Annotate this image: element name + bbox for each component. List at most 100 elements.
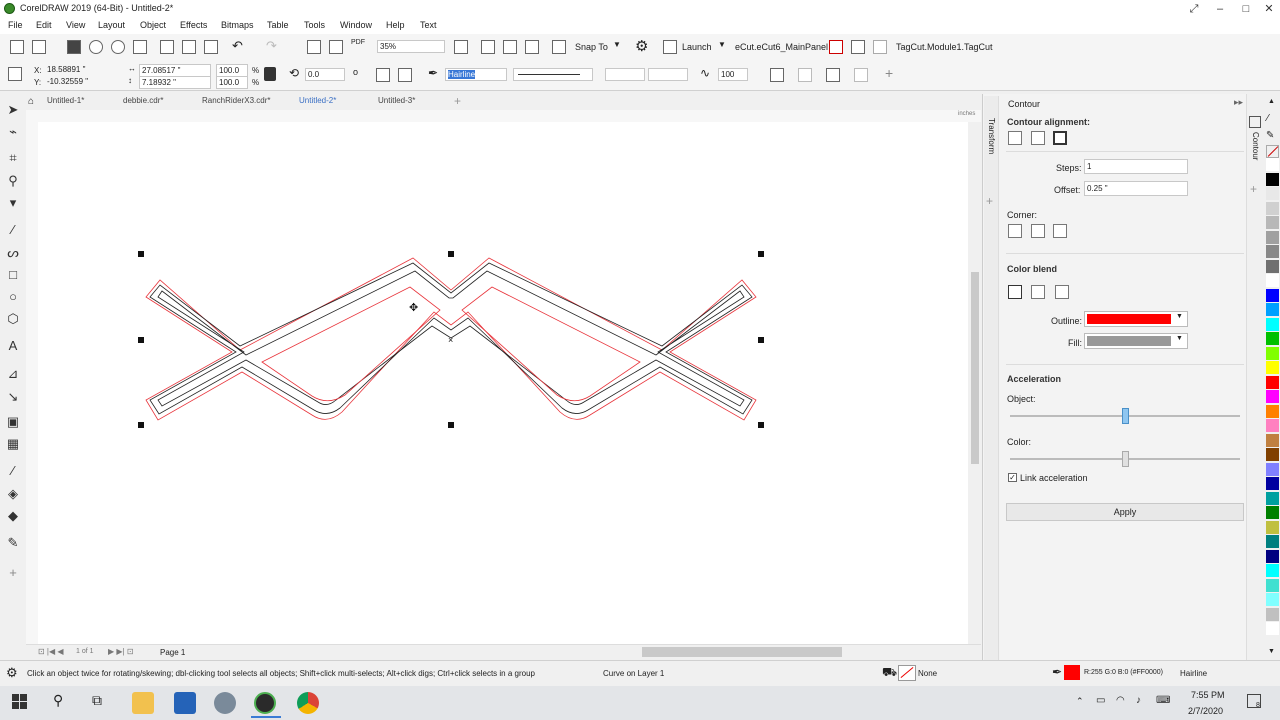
palette-swatch[interactable] — [1266, 419, 1279, 432]
tab-untitled-1[interactable]: Untitled-1* — [47, 96, 84, 105]
clockwise-blend-button[interactable] — [1031, 285, 1045, 299]
transparency-tool-icon[interactable]: ▦ — [5, 436, 21, 452]
palette-swatch[interactable] — [1266, 520, 1279, 534]
menu-file[interactable]: File — [8, 20, 23, 30]
start-arrowhead-dropdown[interactable] — [605, 68, 645, 81]
docker-expand-icon[interactable]: ▸▸ — [1234, 97, 1243, 108]
launch-chevron-down-icon[interactable]: ▼ — [718, 40, 726, 49]
open-folder-icon[interactable] — [32, 40, 46, 54]
palette-swatch[interactable] — [1266, 346, 1279, 360]
palette-swatch[interactable] — [1266, 404, 1279, 418]
menu-help[interactable]: Help — [386, 20, 405, 30]
outline-width-field[interactable]: Hairline — [445, 68, 507, 81]
copy-icon[interactable] — [182, 40, 196, 54]
palette-swatch[interactable] — [1266, 245, 1279, 258]
apply-button[interactable]: Apply — [1006, 503, 1244, 521]
height-field[interactable]: 7.18932 " — [139, 76, 211, 89]
interactive-fill-icon[interactable]: ◈ — [5, 486, 21, 502]
cloud-download-icon[interactable] — [89, 40, 103, 54]
add-docker-icon[interactable]: + — [1250, 182, 1257, 196]
menu-layout[interactable]: Layout — [98, 20, 125, 30]
polygon-tool-icon[interactable]: ⬡ — [5, 311, 21, 327]
close-curve-icon[interactable] — [770, 68, 784, 82]
crop-tool-icon[interactable]: ⌗ — [5, 150, 21, 166]
inside-button[interactable] — [1031, 131, 1045, 145]
outline-color-picker[interactable]: ▼ — [1084, 311, 1188, 327]
rectangle-tool-icon[interactable]: □ — [5, 267, 21, 283]
tab-debbie[interactable]: debbie.cdr* — [123, 96, 163, 105]
palette-swatch[interactable] — [1266, 477, 1279, 490]
docker-vertical-tab-transform[interactable]: Transform — [987, 118, 996, 154]
to-center-button[interactable] — [1008, 131, 1022, 145]
status-gear-icon[interactable]: ⚙ — [6, 665, 18, 681]
line-style-dropdown[interactable] — [513, 68, 593, 81]
full-screen-preview-icon[interactable] — [481, 40, 495, 54]
app-icon[interactable] — [214, 692, 236, 714]
wrap-text-icon[interactable] — [798, 68, 812, 82]
ellipse-tool-icon[interactable]: ○ — [5, 289, 21, 305]
palette-swatch[interactable] — [1266, 187, 1279, 200]
launch-dropdown[interactable]: Launch — [682, 42, 712, 52]
y-position-field[interactable]: -10.32559 " — [45, 76, 117, 89]
menu-object[interactable]: Object — [140, 20, 166, 30]
palette-swatch[interactable] — [1266, 288, 1279, 302]
menu-table[interactable]: Table — [267, 20, 289, 30]
vertical-scroll-thumb[interactable] — [971, 272, 979, 464]
export-icon[interactable] — [329, 40, 343, 54]
palette-swatch[interactable] — [1266, 607, 1279, 621]
palette-scroll-up-icon[interactable]: ▲ — [1268, 98, 1275, 105]
windows-start-icon[interactable] — [12, 694, 28, 710]
page-1-tab[interactable]: Page 1 — [160, 648, 185, 657]
offset-field[interactable]: 0.25 " — [1084, 181, 1188, 196]
page-nav-forward-icon[interactable]: ▶ ▶| ⊡ — [108, 647, 134, 656]
linear-blend-button[interactable] — [1008, 285, 1022, 299]
counterclockwise-blend-button[interactable] — [1055, 285, 1069, 299]
macro-panel-icon[interactable] — [851, 40, 865, 54]
palette-swatch[interactable] — [1266, 433, 1279, 447]
menu-bitmaps[interactable]: Bitmaps — [221, 20, 254, 30]
save-icon[interactable] — [67, 40, 81, 54]
minimize-button[interactable]: – — [1207, 0, 1233, 18]
rotation-angle-field[interactable]: 0.0 — [305, 68, 345, 81]
tab-untitled-2[interactable]: Untitled-2* — [299, 96, 336, 105]
mirror-vertical-icon[interactable] — [398, 68, 412, 82]
vertical-scrollbar[interactable] — [968, 122, 981, 644]
palette-swatch[interactable] — [1266, 578, 1279, 592]
undo-icon[interactable]: ↶ — [232, 38, 243, 54]
macro-disabled-icon[interactable] — [873, 40, 887, 54]
tagcut-macro[interactable]: TagCut.Module1.TagCut — [896, 42, 993, 52]
add-tool-icon[interactable]: + — [5, 565, 21, 581]
wifi-icon[interactable]: ◠ — [1116, 695, 1125, 706]
volume-icon[interactable]: ♪ — [1136, 695, 1141, 706]
palette-swatch[interactable] — [1266, 375, 1279, 389]
palette-swatch[interactable] — [1266, 593, 1279, 606]
cloud-upload-icon[interactable] — [111, 40, 125, 54]
palette-eyedropper-icon[interactable]: ⁄ — [1267, 113, 1269, 124]
menu-text[interactable]: Text — [420, 20, 437, 30]
palette-swatch[interactable] — [1266, 172, 1279, 186]
menu-tools[interactable]: Tools — [304, 20, 325, 30]
parallel-dimension-icon[interactable]: ⊿ — [5, 366, 21, 382]
freehand-tool-icon[interactable]: ∕ — [5, 222, 21, 238]
palette-swatch[interactable] — [1266, 462, 1279, 476]
new-tab-icon[interactable]: + — [454, 94, 461, 108]
outlook-app-icon[interactable] — [174, 692, 196, 714]
system-tray-chevron-icon[interactable]: ⌃ — [1076, 696, 1084, 707]
drawing-canvas[interactable]: × ✥ — [38, 122, 968, 644]
snap-to-dropdown[interactable]: Snap To — [575, 42, 608, 52]
object-properties-icon[interactable] — [1249, 116, 1261, 128]
add-icon[interactable]: + — [885, 65, 893, 81]
snap-to-icon[interactable] — [552, 40, 566, 54]
connector-tool-icon[interactable]: ↘ — [5, 389, 21, 405]
publish-pdf-icon[interactable]: PDF — [351, 39, 365, 46]
network-tray-icon[interactable]: ▭ — [1096, 695, 1105, 706]
menu-window[interactable]: Window — [340, 20, 372, 30]
launch-icon[interactable] — [663, 40, 677, 54]
scale-y-field[interactable]: 100.0 — [216, 76, 248, 89]
palette-swatch[interactable] — [1266, 390, 1279, 403]
file-explorer-icon[interactable] — [132, 692, 154, 714]
share-icon[interactable]: ⤢ — [1181, 0, 1207, 18]
palette-swatch[interactable] — [1266, 158, 1279, 171]
redo-icon[interactable]: ↷ — [266, 38, 277, 54]
menu-edit[interactable]: Edit — [36, 20, 52, 30]
